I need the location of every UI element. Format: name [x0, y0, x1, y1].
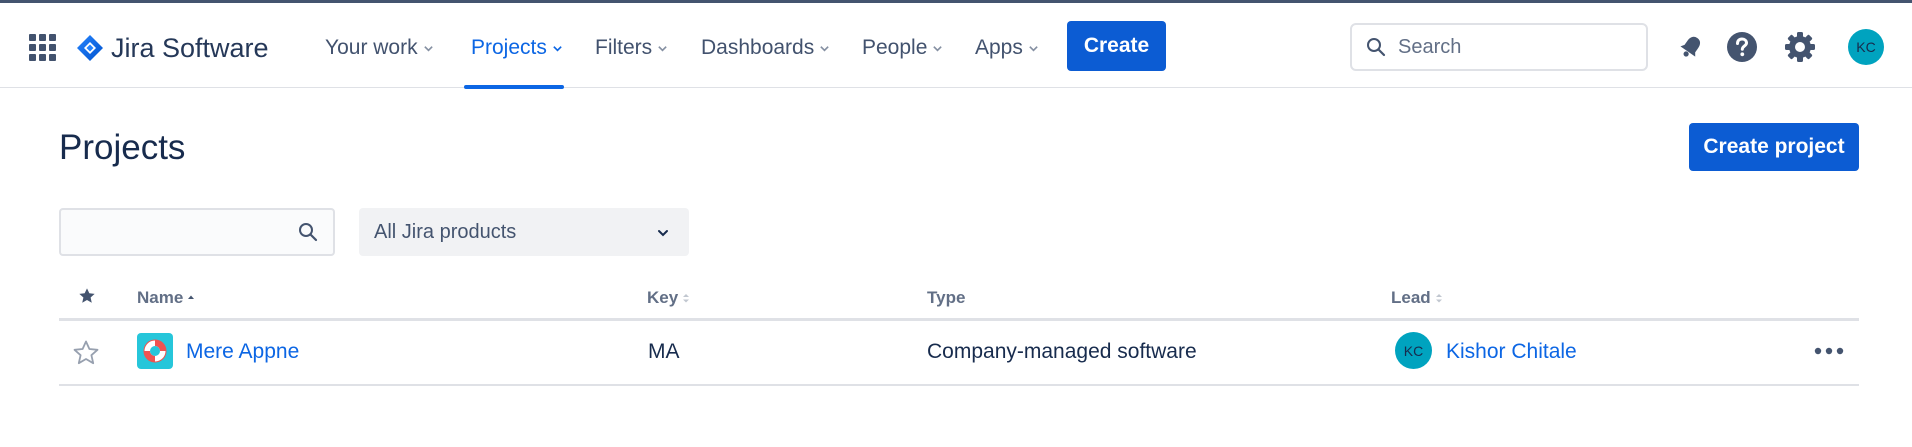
more-horizontal-icon	[1814, 347, 1844, 355]
app-switcher-icon[interactable]	[29, 34, 57, 62]
nav-dashboards[interactable]: Dashboards	[701, 25, 830, 71]
nav-projects[interactable]: Projects	[471, 25, 563, 71]
table-row-divider	[59, 384, 1859, 386]
column-header-lead[interactable]: Lead	[1391, 288, 1444, 308]
chevron-down-icon	[658, 230, 668, 237]
nav-label: Apps	[975, 36, 1023, 59]
project-key: MA	[648, 340, 680, 363]
star-outline-icon[interactable]	[72, 339, 100, 367]
user-avatar[interactable]: KC	[1848, 29, 1884, 65]
column-label: Type	[927, 288, 966, 307]
nav-label: Filters	[595, 36, 653, 59]
global-search[interactable]	[1350, 23, 1648, 71]
column-label: Lead	[1391, 288, 1431, 307]
lead-name-link[interactable]: Kishor Chitale	[1446, 340, 1577, 364]
app-name: Jira Software	[111, 32, 269, 63]
more-actions-button[interactable]	[1812, 338, 1846, 364]
project-search-input[interactable]	[71, 216, 291, 248]
column-label: Name	[137, 288, 184, 307]
top-navigation: Jira Software Your work Projects Filters…	[0, 3, 1912, 89]
notifications-button[interactable]	[1674, 30, 1708, 64]
nav-your-work[interactable]: Your work	[325, 25, 434, 71]
sort-icon	[683, 294, 690, 303]
sort-icon	[1435, 294, 1442, 303]
star-column-icon	[79, 288, 95, 303]
product-filter-select[interactable]: All Jira products	[359, 208, 689, 256]
project-icon	[137, 333, 173, 369]
jira-logo-icon	[77, 35, 103, 61]
lead-avatar: KC	[1395, 332, 1432, 369]
chevron-down-icon	[553, 45, 562, 52]
page-title: Projects	[59, 128, 186, 167]
jira-logo-link[interactable]: Jira Software	[76, 33, 269, 63]
create-project-button[interactable]: Create project	[1689, 123, 1859, 171]
column-header-type: Type	[927, 288, 965, 308]
nav-label: People	[862, 36, 928, 59]
column-header-key[interactable]: Key	[647, 288, 691, 308]
sort-ascending-icon	[188, 295, 195, 299]
table-header-divider	[59, 318, 1859, 321]
search-icon	[299, 223, 318, 242]
nav-filters[interactable]: Filters	[595, 25, 668, 71]
nav-label: Your work	[325, 36, 418, 59]
nav-label: Dashboards	[701, 36, 815, 59]
product-filter-value: All Jira products	[374, 221, 517, 243]
nav-label: Projects	[471, 36, 547, 59]
column-label: Key	[647, 288, 679, 307]
help-icon	[1727, 32, 1757, 62]
active-tab-indicator	[464, 85, 564, 89]
help-button[interactable]	[1725, 30, 1759, 64]
notifications-icon	[1680, 36, 1701, 57]
nav-people[interactable]: People	[862, 25, 943, 71]
chevron-down-icon	[1029, 45, 1038, 52]
search-input[interactable]	[1398, 31, 1638, 63]
project-search[interactable]	[59, 208, 335, 256]
lifebuoy-icon	[143, 339, 167, 363]
search-icon	[1367, 38, 1386, 57]
chevron-down-icon	[658, 45, 667, 52]
chevron-down-icon	[423, 45, 433, 52]
column-header-name[interactable]: Name	[137, 288, 196, 308]
project-type: Company-managed software	[927, 340, 1197, 363]
nav-apps[interactable]: Apps	[975, 25, 1039, 71]
chevron-down-icon	[933, 45, 943, 52]
settings-icon	[1785, 32, 1815, 62]
project-name-link[interactable]: Mere Appne	[186, 340, 299, 364]
chevron-down-icon	[820, 45, 829, 52]
settings-button[interactable]	[1783, 30, 1817, 64]
create-button[interactable]: Create	[1067, 21, 1166, 71]
